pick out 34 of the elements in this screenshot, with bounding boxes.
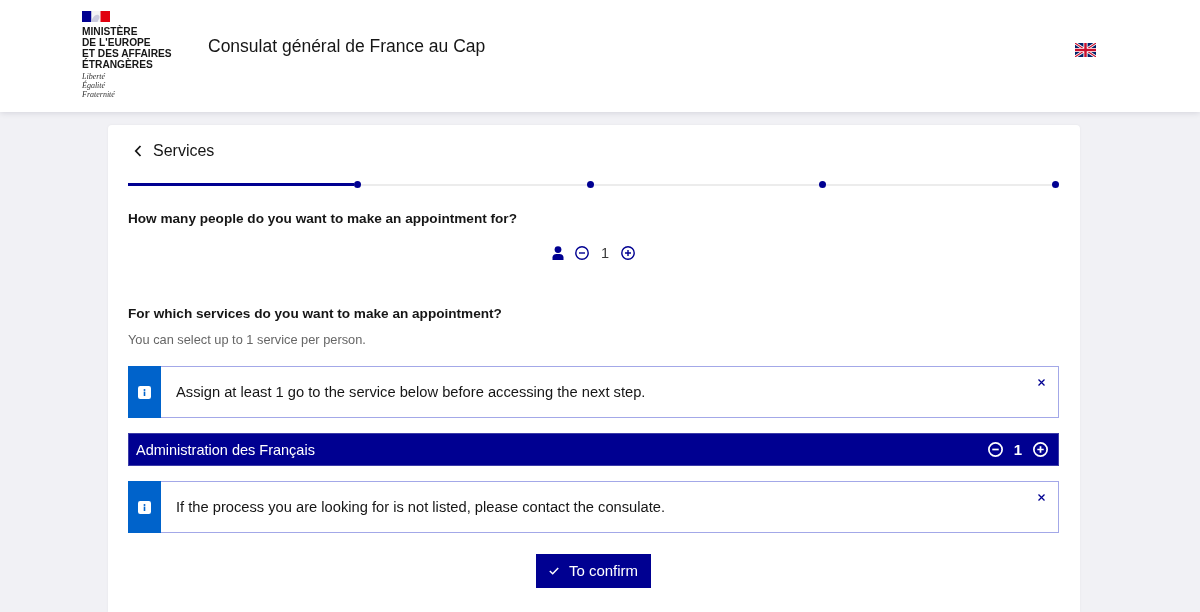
people-count: 1	[600, 245, 610, 261]
service-name: Administration des Français	[136, 440, 315, 460]
chevron-left-icon	[134, 145, 142, 157]
step-dot-icon	[1052, 181, 1059, 188]
ministry-name: MINISTÈRE DE L'EUROPE ET DES AFFAIRES ÉTRANGÈRES	[82, 26, 172, 70]
question-text: For which services do you want to make an appointment?	[128, 305, 502, 323]
back-link[interactable]: Services	[128, 141, 215, 161]
uk-flag-icon[interactable]	[1075, 43, 1096, 57]
confirm-button[interactable]: To confirm	[535, 554, 652, 588]
plus-circle-icon	[1033, 442, 1048, 457]
alert-text: Assign at least 1 go to the service below before accessing the next step.	[176, 383, 646, 402]
close-icon	[1038, 379, 1045, 386]
close-icon	[1038, 494, 1045, 501]
question-text: How many people do you want to make an appointment for?	[128, 210, 517, 228]
info-icon	[138, 500, 151, 514]
close-button[interactable]	[1038, 379, 1045, 386]
info-icon	[138, 385, 151, 399]
step-dot-icon	[353, 181, 361, 188]
person-icon	[551, 246, 564, 260]
step-dot-icon	[586, 181, 594, 188]
service-count: 1	[1013, 441, 1022, 458]
check-icon	[548, 567, 559, 575]
hint-text: You can select up to 1 service per person.	[128, 331, 366, 349]
french-flag-icon	[82, 11, 110, 22]
alert-text: If the process you are looking for is not listed, please contact the consulate.	[176, 498, 666, 517]
step-dot-icon	[819, 181, 827, 188]
site-title: Consulat général de France au Cap	[208, 35, 486, 57]
motto-text: Liberté Égalité Fraternité	[82, 72, 115, 99]
minus-circle-icon	[574, 246, 589, 260]
increase-button[interactable]	[621, 246, 636, 260]
close-button[interactable]	[1038, 494, 1045, 501]
decrease-button[interactable]	[574, 246, 589, 260]
plus-circle-icon	[621, 246, 636, 260]
minus-circle-icon	[987, 442, 1003, 457]
